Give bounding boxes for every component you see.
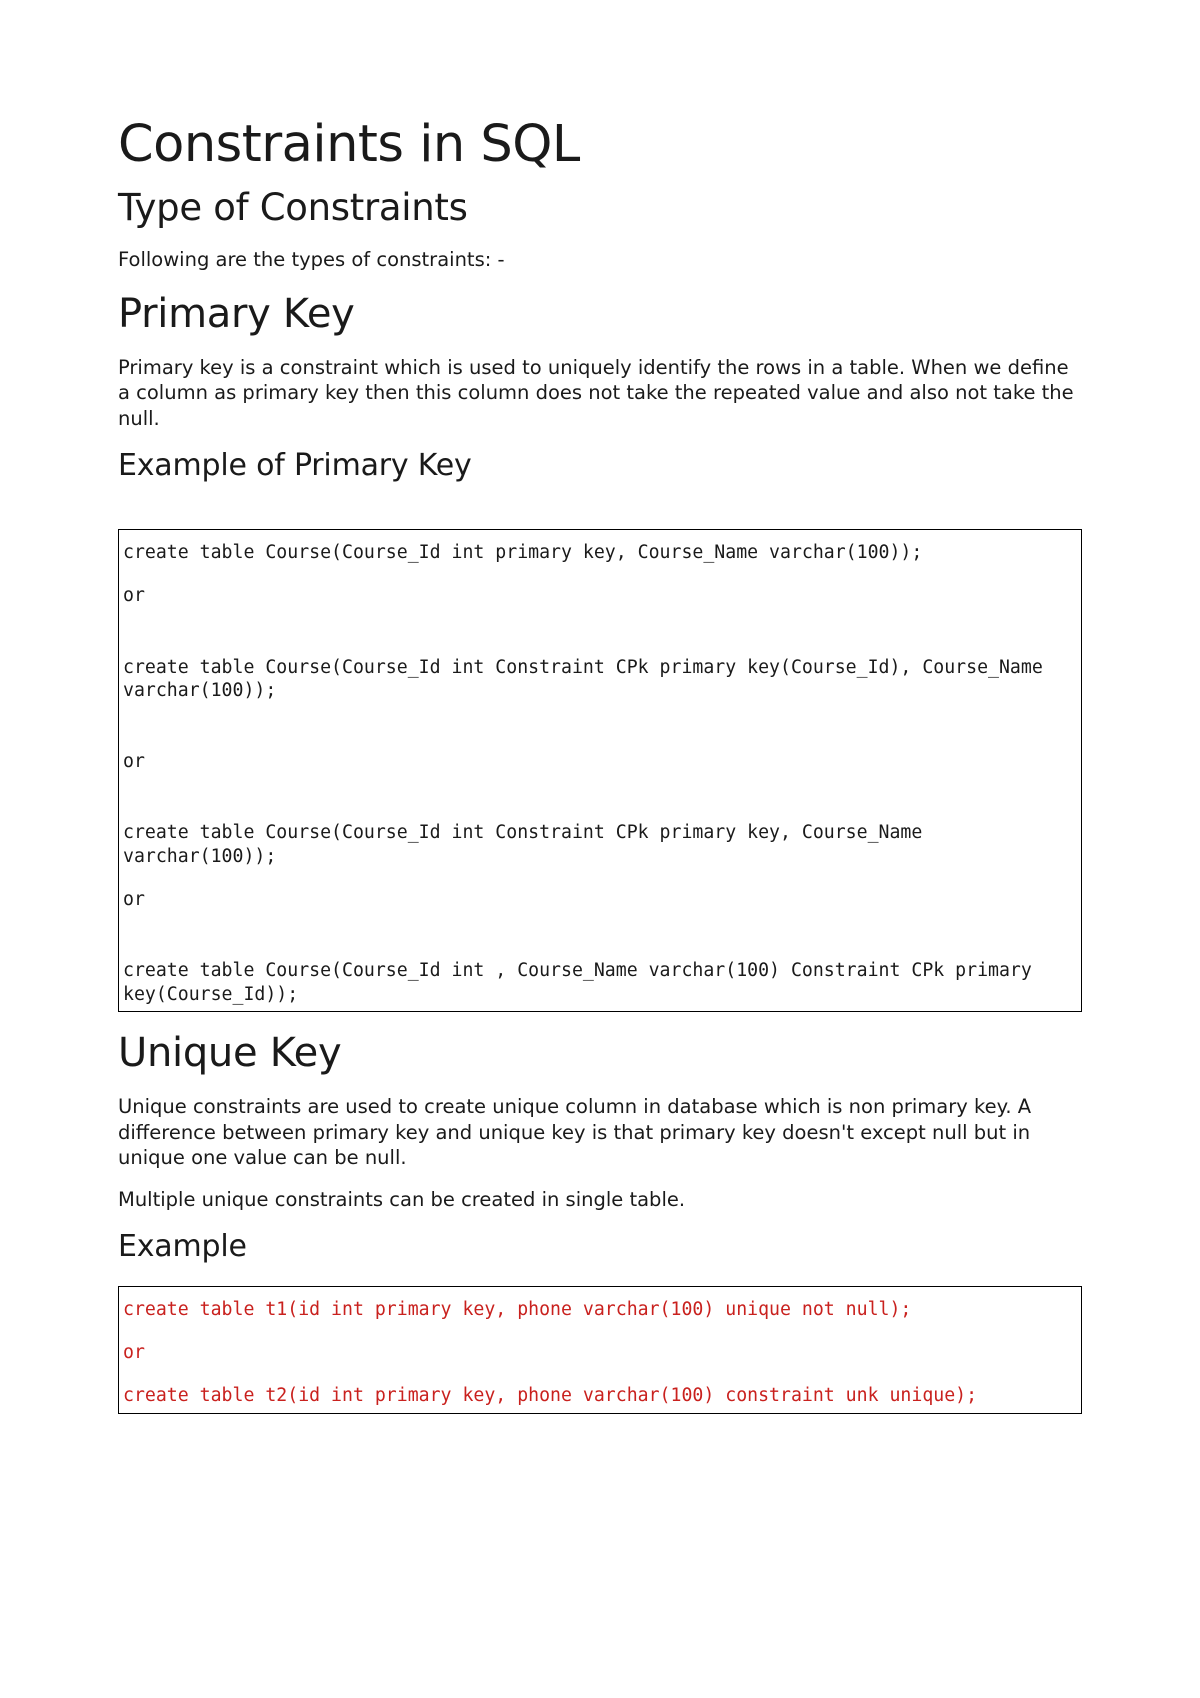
code-line: create table Course(Course_Id int , Cour… xyxy=(123,959,1077,1006)
code-block-primary-key: create table Course(Course_Id int primar… xyxy=(118,529,1082,1012)
code-line: or xyxy=(123,750,1077,773)
section-type-of-constraints: Type of Constraints xyxy=(118,186,1082,229)
code-line: or xyxy=(123,584,1077,607)
primary-key-description: Primary key is a constraint which is use… xyxy=(118,355,1082,432)
page-title: Constraints in SQL xyxy=(118,115,1082,174)
section-primary-key: Primary Key xyxy=(118,291,1082,337)
code-line: create table Course(Course_Id int Constr… xyxy=(123,656,1077,703)
unique-key-description-1: Unique constraints are used to create un… xyxy=(118,1094,1082,1171)
subsection-example-primary-key: Example of Primary Key xyxy=(118,448,1082,483)
code-block-unique-key: create table t1(id int primary key, phon… xyxy=(118,1286,1082,1414)
subsection-example-unique-key: Example xyxy=(118,1229,1082,1264)
code-line: or xyxy=(123,1341,1077,1364)
code-line: create table Course(Course_Id int primar… xyxy=(123,541,1077,564)
intro-paragraph: Following are the types of constraints: … xyxy=(118,247,1082,273)
code-line: or xyxy=(123,888,1077,911)
section-unique-key: Unique Key xyxy=(118,1030,1082,1076)
code-line: create table Course(Course_Id int Constr… xyxy=(123,821,1077,868)
code-line: create table t1(id int primary key, phon… xyxy=(123,1298,1077,1321)
unique-key-description-2: Multiple unique constraints can be creat… xyxy=(118,1187,1082,1213)
code-line: create table t2(id int primary key, phon… xyxy=(123,1384,1077,1407)
